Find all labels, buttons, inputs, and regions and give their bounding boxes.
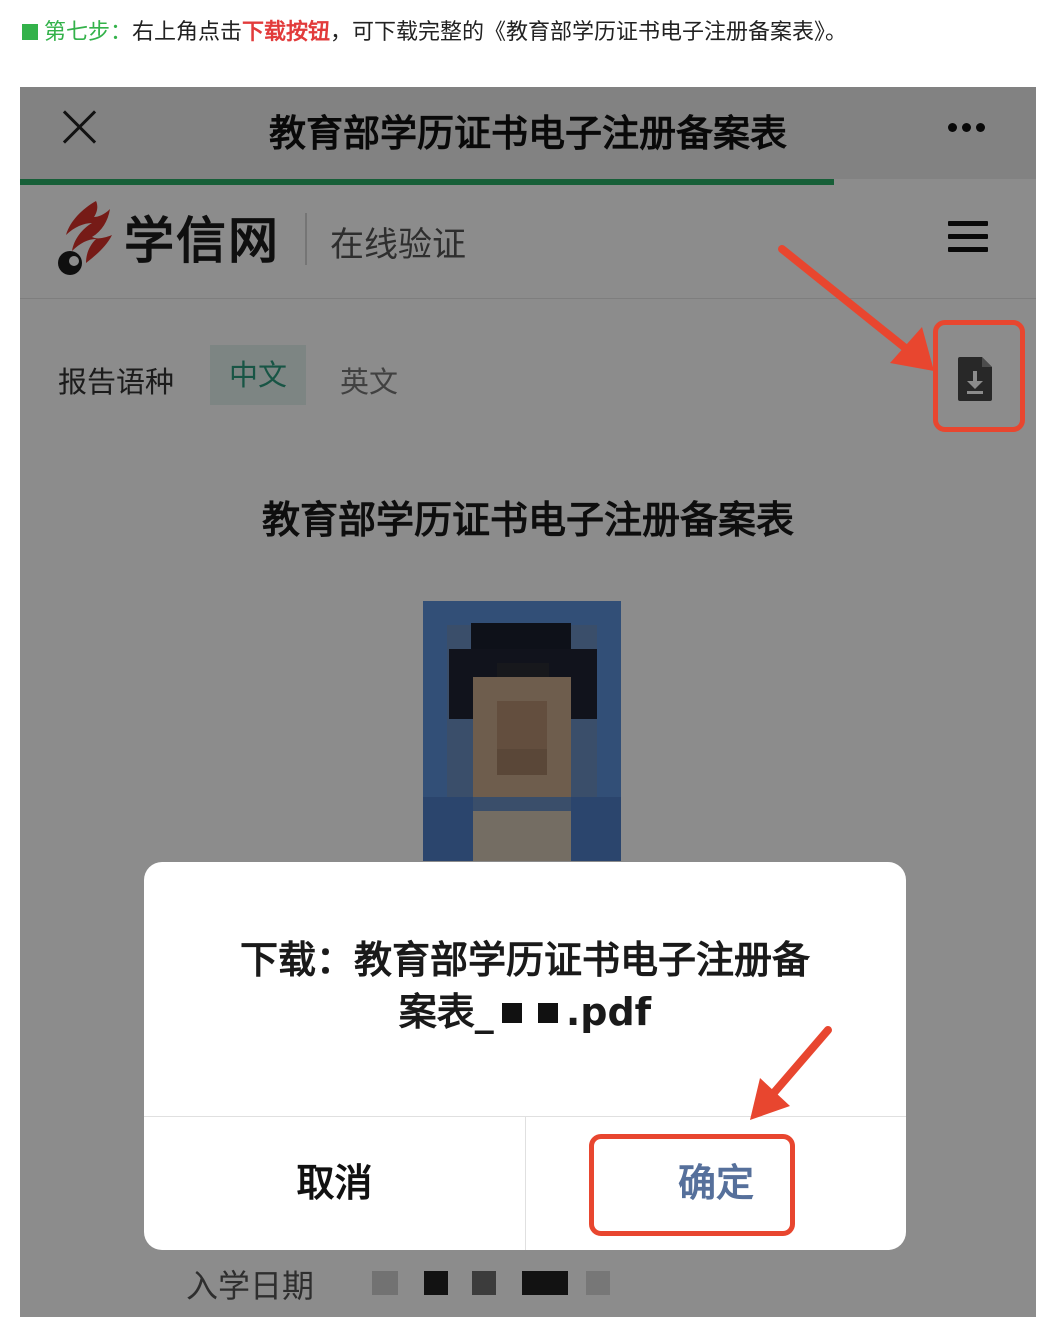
phone-screenshot: 教育部学历证书电子注册备案表 学信网 在线验证 报告语种 中文 英文 教育部学历… xyxy=(20,87,1036,1317)
masked-name-block xyxy=(501,1003,522,1023)
arrow-to-download-icon xyxy=(778,245,934,371)
instruction-line: 第七步：右上角点击下载按钮，可下载完整的《教育部学历证书电子注册备案表》。 xyxy=(22,14,847,52)
dialog-message: 下载：教育部学历证书电子注册备 案表_ .pdf xyxy=(184,934,866,1038)
dialog-line-2-suffix: .pdf xyxy=(565,990,652,1034)
instruction-highlight: 下载按钮 xyxy=(242,20,331,45)
confirm-highlight-frame xyxy=(589,1134,795,1236)
green-square-icon xyxy=(22,24,38,40)
cancel-button[interactable]: 取消 xyxy=(144,1117,525,1250)
masked-name-block xyxy=(537,1003,558,1023)
arrow-to-confirm-button xyxy=(750,1026,832,1120)
step-label: 第七步： xyxy=(44,20,133,45)
download-highlight-frame xyxy=(933,320,1025,432)
instruction-text-after: ，可下载完整的《教育部学历证书电子注册备案表》。 xyxy=(330,20,848,45)
dialog-line-2-prefix: 案表_ xyxy=(398,990,494,1034)
dialog-line-1: 下载：教育部学历证书电子注册备 xyxy=(239,938,810,982)
instruction-text-before: 右上角点击 xyxy=(132,20,243,45)
